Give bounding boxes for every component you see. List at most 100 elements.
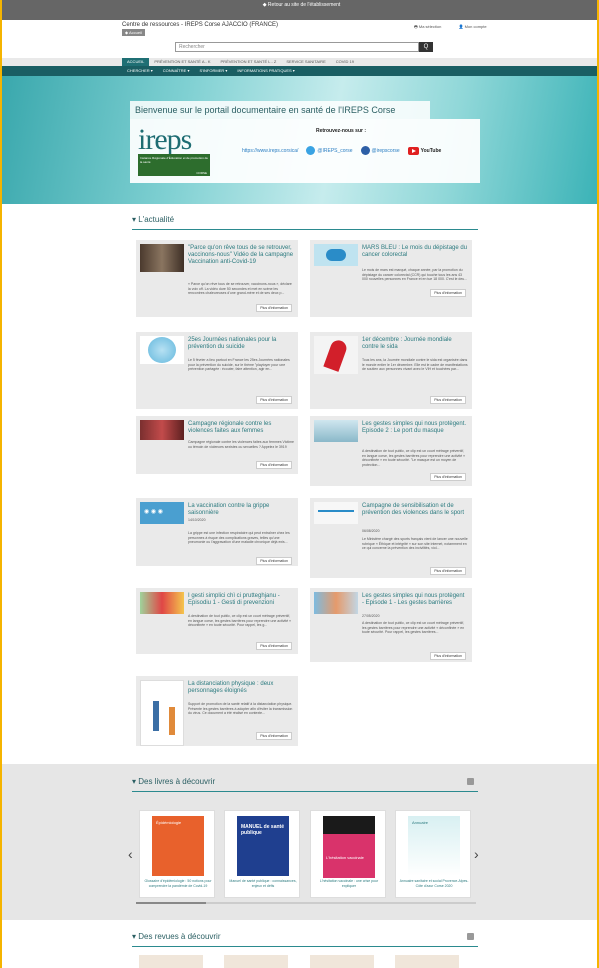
books-section [2,764,597,920]
rss-icon[interactable] [467,933,474,940]
youtube-icon [407,146,419,155]
more-info-button[interactable]: Plus d'information [256,396,292,404]
tab-prevention-a-k[interactable]: PRÉVENTION ET SANTÉ A - K [149,58,215,66]
chevron-right-icon[interactable]: › [474,846,479,862]
journal-card[interactable] [310,955,374,968]
news-card[interactable]: "Parce qu'on rêve tous de se retrouver, … [136,240,298,317]
tab-service-sanitaire[interactable]: SERVICE SANITAIRE [281,58,330,66]
facebook-link[interactable]: @irepscorse [360,146,400,155]
journal-card[interactable] [395,955,459,968]
books-heading[interactable]: ▾ Des livres à découvrir [132,777,215,786]
account-link[interactable]: 👤 Mon compte [458,24,494,29]
book-caption[interactable]: Manuel de santé publique : connaissances… [228,879,298,888]
search-icon: Q [423,44,429,50]
twitter-link[interactable]: @IREPS_corse [306,146,353,155]
menu-chercher[interactable]: CHERCHER ▾ [122,66,158,76]
hero-title: Bienvenue sur le portail documentaire en… [130,101,430,119]
book-cover: Épidémiologie [152,816,204,876]
home-badge[interactable]: ◆ Accueil [122,29,145,36]
tab-prevention-l-z[interactable]: PRÉVENTION ET SANTÉ L - Z [216,58,282,66]
news-card[interactable]: 1er décembre : Journée mondiale contre l… [310,332,472,409]
news-title[interactable]: MARS BLEU : Le mois du dépistage du canc… [362,245,468,259]
news-date: 14/10/2020 [188,518,206,522]
news-title[interactable]: "Parce qu'on rêve tous de se retrouver, … [188,245,294,266]
book-caption[interactable]: Annuaire sanitaire et social Provence-Al… [399,879,469,888]
search-input[interactable]: Rechercher [175,42,419,52]
news-title[interactable]: 25es Journées nationales pour la prévent… [188,337,294,351]
book-card[interactable]: Épidémiologie Glossaire d'épidémiologie … [139,810,215,898]
menu-infos-pratiques[interactable]: INFORMATIONS PRATIQUES ▾ [232,66,299,76]
secondary-nav: CHERCHER ▾ CONNAÎTRE ▾ S'INFORMER ▾ INFO… [2,66,597,76]
menu-sinformer[interactable]: S'INFORMER ▾ [194,66,232,76]
journal-card[interactable] [224,955,288,968]
chevron-left-icon[interactable]: ‹ [128,846,133,862]
news-title[interactable]: Les gestes simples qui nous protègent. E… [362,421,468,435]
more-info-button[interactable]: Plus d'information [256,557,292,565]
journal-card[interactable] [139,955,203,968]
back-to-site-link[interactable]: ◆ Retour au site de l'établissement [263,0,341,10]
news-card[interactable]: ◉ ◉ ◉ La vaccination contre la grippe sa… [136,498,298,566]
news-card[interactable]: 25es Journées nationales pour la prévent… [136,332,298,409]
website-link[interactable]: https://www.ireps.corsica/ [242,148,298,154]
news-card[interactable]: Les gestes simples qui nous protègent - … [310,588,472,662]
social-heading: Retrouvez-nous sur : [316,128,367,134]
carousel-scroll-thumb[interactable] [136,902,206,904]
news-card[interactable]: MARS BLEU : Le mois du dépistage du canc… [310,240,472,317]
more-info-button[interactable]: Plus d'information [256,304,292,312]
book-cover-title: Annuaire [412,820,429,825]
news-card[interactable]: Campagne de sensibilisation et de préven… [310,498,472,578]
news-title[interactable]: Les gestes simples qui nous protègent - … [362,593,468,607]
selection-link[interactable]: 🖶 Ma sélection [414,24,449,29]
news-text: Support de promotion de la santé relatif… [188,702,293,715]
page-frame: ◆ Retour au site de l'établissement Cent… [0,0,599,968]
news-text: « Parce qu'on rêve tous de se retrouver,… [188,282,292,295]
tab-covid[interactable]: COVID 19 [331,58,359,66]
book-cover-title: L'hésitation vaccinale [323,834,375,878]
rss-icon[interactable] [467,778,474,785]
logo-subtitle: Instance Régionale d'Éducation et de pro… [140,156,208,164]
more-info-button[interactable]: Plus d'information [430,396,466,404]
news-card[interactable]: I gesti simplici chì ci prutteghjanu - E… [136,588,298,654]
news-date: 06/08/2020 [362,529,380,533]
news-card[interactable]: La distanciation physique : deux personn… [136,676,298,746]
book-caption[interactable]: L'hésitation vaccinale : une crise pour … [314,879,384,888]
search-button[interactable]: Q [419,42,433,52]
journals-heading[interactable]: ▾ Des revues à découvrir [132,932,221,941]
more-info-button[interactable]: Plus d'information [256,732,292,740]
news-title[interactable]: Campagne de sensibilisation et de préven… [362,503,468,517]
news-heading[interactable]: ▾ L'actualité [132,215,174,224]
back-to-site-bar[interactable]: ◆ Retour au site de l'établissement [2,0,597,20]
menu-connaitre[interactable]: CONNAÎTRE ▾ [158,66,195,76]
book-card[interactable]: Annuaire Annuaire sanitaire et social Pr… [395,810,471,898]
news-title[interactable]: 1er décembre : Journée mondiale contre l… [362,337,468,351]
more-info-button[interactable]: Plus d'information [256,642,292,650]
news-text: A destination de tout public, ce clip es… [362,449,466,467]
more-info-button[interactable]: Plus d'information [430,289,466,297]
ireps-logo[interactable]: ireps Instance Régionale d'Éducation et … [138,123,210,178]
news-title[interactable]: La distanciation physique : deux personn… [188,681,294,695]
news-thumbnail [140,680,184,746]
news-thumbnail [314,336,358,374]
news-title[interactable]: Campagne régionale contre les violences … [188,421,294,435]
book-card[interactable]: L'hésitation vaccinale L'hésitation vacc… [310,810,386,898]
logo-word: ireps [138,123,192,156]
more-info-button[interactable]: Plus d'information [256,461,292,469]
news-title[interactable]: I gesti simplici chì ci prutteghjanu - E… [188,593,294,607]
news-card[interactable]: Les gestes simples qui nous protègent. E… [310,416,472,486]
youtube-link[interactable]: YouTube [407,146,441,155]
news-thumbnail [140,592,184,614]
news-card[interactable]: Campagne régionale contre les violences … [136,416,298,474]
more-info-button[interactable]: Plus d'information [430,652,466,660]
news-title[interactable]: La vaccination contre la grippe saisonni… [188,503,294,517]
more-info-button[interactable]: Plus d'information [430,567,466,575]
news-thumbnail [314,502,358,524]
news-thumbnail [314,420,358,442]
news-text: Le 5 février a lieu partout en France le… [188,358,290,371]
book-caption[interactable]: Glossaire d'épidémiologie : 50 notions p… [143,879,213,888]
news-text: Campagne régionale contre les violences … [188,440,294,449]
book-cover-title: Épidémiologie [156,820,182,825]
more-info-button[interactable]: Plus d'information [430,473,466,481]
book-card[interactable]: MANUEL de santé publique Manuel de santé… [224,810,300,898]
news-text: A destination de tout public, ce clip es… [188,614,292,627]
tab-accueil[interactable]: ACCUEIL [122,58,150,66]
